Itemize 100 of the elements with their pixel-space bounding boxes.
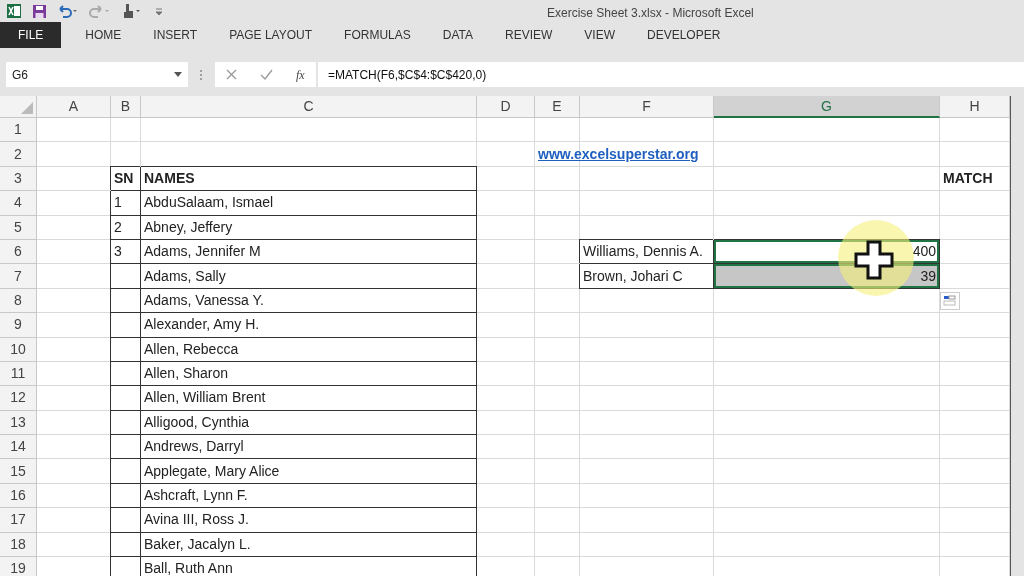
ribbon-tab[interactable]: INSERT <box>137 22 214 48</box>
grid-cell[interactable] <box>580 435 714 460</box>
grid-cell[interactable] <box>535 166 580 192</box>
grid-cell[interactable] <box>714 435 940 460</box>
row-header[interactable]: 14 <box>0 435 37 460</box>
grid-cell[interactable] <box>477 264 535 289</box>
formula-field[interactable]: =MATCH(F6,$C$4:$C$420,0) <box>318 62 1024 87</box>
grid-cell[interactable] <box>580 508 714 533</box>
row-header[interactable]: 16 <box>0 483 37 509</box>
table-cell[interactable]: Baker, Jacalyn L. <box>141 532 477 558</box>
table-cell[interactable] <box>111 264 141 289</box>
grid-cell[interactable] <box>714 313 940 338</box>
row-header[interactable]: 18 <box>0 532 37 558</box>
table-cell[interactable]: Allen, Sharon <box>141 361 477 387</box>
table-cell[interactable] <box>111 435 141 460</box>
table-cell[interactable]: Allen, Rebecca <box>141 337 477 362</box>
ribbon-tab[interactable]: VIEW <box>568 22 631 48</box>
table-cell[interactable] <box>111 410 141 436</box>
table-cell[interactable] <box>111 508 141 533</box>
table-cell[interactable]: Ball, Ruth Ann <box>141 557 477 576</box>
select-all-icon[interactable] <box>21 102 33 114</box>
table-cell[interactable]: Adams, Sally <box>141 264 477 289</box>
row-header[interactable]: 15 <box>0 459 37 484</box>
grid-cell[interactable] <box>477 410 535 436</box>
customize-toolbar-icon[interactable] <box>155 6 163 16</box>
grid-cell[interactable] <box>535 313 580 338</box>
grid-cell[interactable] <box>477 508 535 533</box>
grid-cell[interactable] <box>714 361 940 387</box>
redo-icon[interactable] <box>89 4 111 18</box>
row-header[interactable]: 10 <box>0 337 37 362</box>
grid-cell[interactable] <box>580 166 714 192</box>
table-cell[interactable] <box>111 557 141 576</box>
ribbon-tab[interactable]: FORMULAS <box>328 22 427 48</box>
grid-cell[interactable] <box>535 459 580 484</box>
table-cell[interactable] <box>111 337 141 362</box>
grid-cell[interactable] <box>477 435 535 460</box>
paste-options-icon[interactable] <box>940 291 960 310</box>
grid-cell[interactable] <box>580 118 714 143</box>
grid-cell[interactable] <box>535 508 580 533</box>
table-header-cell[interactable]: SN <box>111 166 141 192</box>
grid-cell[interactable] <box>535 532 580 558</box>
ribbon-tab[interactable]: REVIEW <box>489 22 569 48</box>
grid-cell[interactable] <box>477 142 535 167</box>
row-header[interactable]: 3 <box>0 166 37 192</box>
grid-cell[interactable] <box>37 142 111 167</box>
table-cell[interactable]: Allen, William Brent <box>141 386 477 411</box>
table-cell[interactable] <box>111 532 141 558</box>
row-header[interactable]: 13 <box>0 410 37 436</box>
table-cell[interactable]: AbduSalaam, Ismael <box>141 191 477 216</box>
grid-cell[interactable] <box>141 118 477 143</box>
grid-cell[interactable] <box>580 337 714 362</box>
table-cell[interactable]: Alexander, Amy H. <box>141 313 477 338</box>
grid-cell[interactable] <box>535 386 580 411</box>
grid-cell[interactable] <box>714 337 940 362</box>
ribbon-tab[interactable]: DATA <box>426 22 489 48</box>
row-header[interactable]: 2 <box>0 142 37 167</box>
name-box[interactable]: G6 <box>6 62 188 87</box>
table-cell[interactable]: 1 <box>111 191 141 216</box>
table-cell[interactable]: Abney, Jeffery <box>141 215 477 240</box>
grid-cell[interactable] <box>37 118 111 143</box>
grid-cell[interactable] <box>580 191 714 216</box>
row-header[interactable]: 12 <box>0 386 37 411</box>
hyperlink[interactable]: www.excelsuperstar.org <box>538 143 699 165</box>
column-header[interactable]: F <box>580 96 714 118</box>
table-cell[interactable]: Adams, Vanessa Y. <box>141 288 477 314</box>
table-cell[interactable]: Applegate, Mary Alice <box>141 459 477 484</box>
grid-cell[interactable] <box>535 288 580 314</box>
table-cell[interactable] <box>111 361 141 387</box>
grid-cell[interactable] <box>535 215 580 240</box>
grid-cell[interactable] <box>580 361 714 387</box>
table-cell[interactable] <box>111 288 141 314</box>
grid-cell[interactable] <box>714 532 940 558</box>
row-header[interactable]: 5 <box>0 215 37 240</box>
grid-cell[interactable] <box>477 191 535 216</box>
file-tab[interactable]: FILE <box>0 22 62 48</box>
grid-cell[interactable] <box>714 288 940 314</box>
grid-cell[interactable] <box>535 483 580 509</box>
grid-cell[interactable] <box>535 435 580 460</box>
row-header[interactable]: 7 <box>0 264 37 289</box>
row-header[interactable]: 1 <box>0 118 37 143</box>
grid-cell[interactable] <box>477 118 535 143</box>
grid-cell[interactable] <box>535 410 580 436</box>
table-cell[interactable] <box>111 483 141 509</box>
grid-cell[interactable] <box>714 386 940 411</box>
row-header[interactable]: 6 <box>0 239 37 265</box>
grid-cell[interactable] <box>477 337 535 362</box>
enter-check-icon[interactable] <box>260 69 274 80</box>
more-options-icon[interactable] <box>199 68 203 81</box>
ribbon-tab[interactable]: DEVELOPER <box>631 22 737 48</box>
grid-cell[interactable] <box>714 166 940 192</box>
grid-cell[interactable] <box>535 337 580 362</box>
grid-cell[interactable] <box>477 361 535 387</box>
grid-cell[interactable] <box>580 386 714 411</box>
grid-cell[interactable] <box>477 532 535 558</box>
row-header[interactable]: 11 <box>0 361 37 387</box>
row-header[interactable]: 4 <box>0 191 37 216</box>
grid-cell[interactable] <box>714 118 940 143</box>
grid-cell[interactable] <box>477 313 535 338</box>
grid-cell[interactable] <box>111 118 141 143</box>
grid-cell[interactable] <box>477 288 535 314</box>
